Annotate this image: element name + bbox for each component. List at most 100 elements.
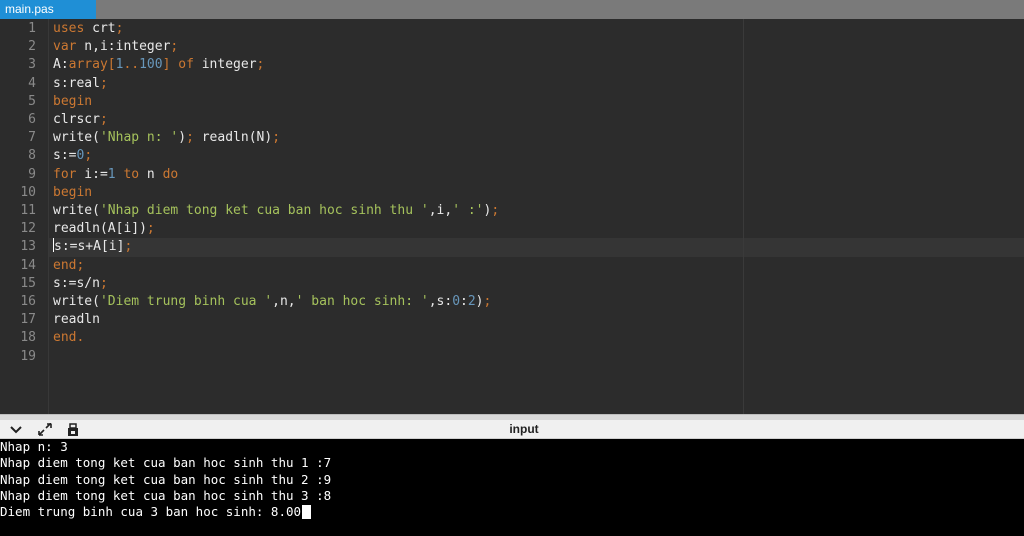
code-line[interactable]: s:=s+A[i];	[53, 238, 132, 256]
input-panel-header: input	[0, 420, 1024, 439]
tab-bar: main.pas	[0, 0, 1024, 19]
code-token: s:=s+A[i]	[54, 239, 125, 255]
console-line: Nhap diem tong ket cua ban hoc sinh thu …	[0, 455, 331, 471]
code-token: ;	[99, 275, 108, 291]
console-line: Nhap diem tong ket cua ban hoc sinh thu …	[0, 488, 331, 504]
code-token: of	[178, 57, 194, 73]
code-token: 1	[107, 166, 116, 182]
code-token: ,n,	[272, 294, 296, 309]
code-token: uses	[53, 21, 85, 36]
code-token: begin	[53, 184, 93, 200]
code-token: ' ban hoc sinh: '	[295, 294, 429, 309]
line-number: 5	[28, 93, 36, 109]
code-token: ;	[256, 57, 265, 73]
code-token: :	[460, 294, 468, 309]
line-number: 18	[20, 330, 36, 346]
line-number: 12	[20, 221, 36, 237]
code-line[interactable]: clrscr;	[53, 111, 108, 129]
code-line[interactable]: end.	[53, 329, 84, 347]
code-token: ;	[146, 221, 155, 237]
code-line[interactable]: uses crt;	[53, 20, 123, 38]
console-line: Nhap n: 3	[0, 439, 68, 455]
code-line[interactable]: begin	[53, 184, 92, 202]
code-line[interactable]: s:=s/n;	[53, 275, 108, 293]
line-number: 2	[28, 39, 36, 55]
code-token: ;	[483, 294, 492, 309]
line-number: 7	[28, 130, 36, 146]
line-number: 1	[28, 21, 36, 36]
code-line[interactable]: write('Diem trung binh cua ',n,' ban hoc…	[53, 293, 491, 311]
line-number: 6	[28, 112, 36, 127]
code-token: write(	[53, 130, 100, 146]
code-token: ..	[123, 57, 140, 73]
console-line: Diem trung binh cua 3 ban hoc sinh: 8.00	[0, 504, 312, 520]
line-number: 9	[28, 166, 36, 182]
console-text: Nhap diem tong ket cua ban hoc sinh thu …	[0, 455, 332, 471]
code-token: s:real	[53, 75, 100, 91]
code-token: i:=	[76, 166, 108, 182]
code-token: 'Nhap n: '	[99, 130, 179, 146]
code-token: ' :'	[452, 203, 484, 218]
code-token: ;	[124, 239, 133, 255]
code-line[interactable]: readln(A[i]);	[53, 220, 155, 238]
line-number: 15	[20, 275, 36, 291]
code-line[interactable]: s:real;	[53, 75, 108, 93]
code-token: var	[53, 39, 77, 55]
code-token: n	[139, 166, 163, 182]
code-token: )	[178, 130, 187, 146]
code-line[interactable]: s:=0;	[53, 147, 92, 165]
console-output[interactable]: Nhap n: 3 Nhap diem tong ket cua ban hoc …	[0, 439, 1024, 536]
code-line[interactable]: begin	[53, 93, 92, 111]
code-token: 100	[139, 57, 163, 73]
code-token: 0	[452, 294, 461, 309]
line-number-gutter: 1 2 3 4 5 6 7 8 9 10 11 12 13 14 15 16 17 18 19	[0, 19, 48, 414]
code-token: for	[53, 166, 77, 182]
code-token: ;	[84, 148, 93, 164]
code-token: end	[53, 330, 77, 346]
code-token: end	[53, 257, 77, 273]
line-number: 19	[20, 348, 36, 364]
code-token: ,s:	[428, 294, 453, 309]
code-line[interactable]: for i:=1 to n do	[53, 166, 178, 184]
code-line[interactable]: var n,i:integer;	[53, 38, 178, 56]
code-token: [	[107, 57, 116, 73]
code-line[interactable]: write('Nhap n: '); readln(N);	[53, 129, 280, 147]
code-token: crt	[84, 21, 116, 36]
code-token: write(	[53, 203, 100, 218]
code-token: 'Nhap diem tong ket cua ban hoc sinh thu…	[99, 203, 429, 218]
line-number: 13	[20, 239, 36, 255]
panel-title: input	[509, 422, 539, 436]
code-line[interactable]: end;	[53, 257, 84, 275]
console-line: Nhap diem tong ket cua ban hoc sinh thu …	[0, 472, 331, 488]
code-token: n,i:integer	[76, 39, 171, 55]
code-line[interactable]: readln	[53, 311, 100, 329]
code-token: array	[68, 57, 108, 73]
code-token: to	[123, 166, 140, 182]
code-token: readln(N)	[193, 130, 273, 146]
code-token: ;	[99, 112, 108, 127]
tab-main-pas[interactable]: main.pas	[0, 0, 96, 19]
code-token: integer	[193, 57, 257, 73]
code-token: ;	[272, 130, 281, 146]
line-number: 11	[20, 203, 36, 218]
code-token: s:=	[53, 148, 77, 164]
code-token: ;	[115, 21, 124, 36]
code-token: begin	[53, 93, 93, 109]
code-token: ;	[491, 203, 500, 218]
gutter-divider	[48, 19, 49, 414]
line-number: 10	[20, 184, 36, 200]
code-token: 2	[467, 294, 476, 309]
code-token: ,i,	[428, 203, 453, 218]
code-line[interactable]: A:array[1..100] of integer;	[53, 56, 264, 74]
code-token: do	[162, 166, 179, 182]
line-number: 8	[28, 148, 36, 164]
line-number: 4	[28, 75, 36, 91]
code-token: s:=s/n	[53, 275, 100, 291]
code-line[interactable]: write('Nhap diem tong ket cua ban hoc si…	[53, 202, 499, 220]
code-token: clrscr	[53, 112, 100, 127]
code-token: ;	[186, 130, 194, 146]
console-text: Nhap diem tong ket cua ban hoc sinh thu …	[0, 487, 332, 503]
current-line-highlight	[48, 238, 1024, 257]
line-number: 17	[20, 312, 36, 328]
code-editor[interactable]: 1 2 3 4 5 6 7 8 9 10 11 12 13 14 15 16 17 18 19 uses crt; v…	[0, 19, 1024, 414]
